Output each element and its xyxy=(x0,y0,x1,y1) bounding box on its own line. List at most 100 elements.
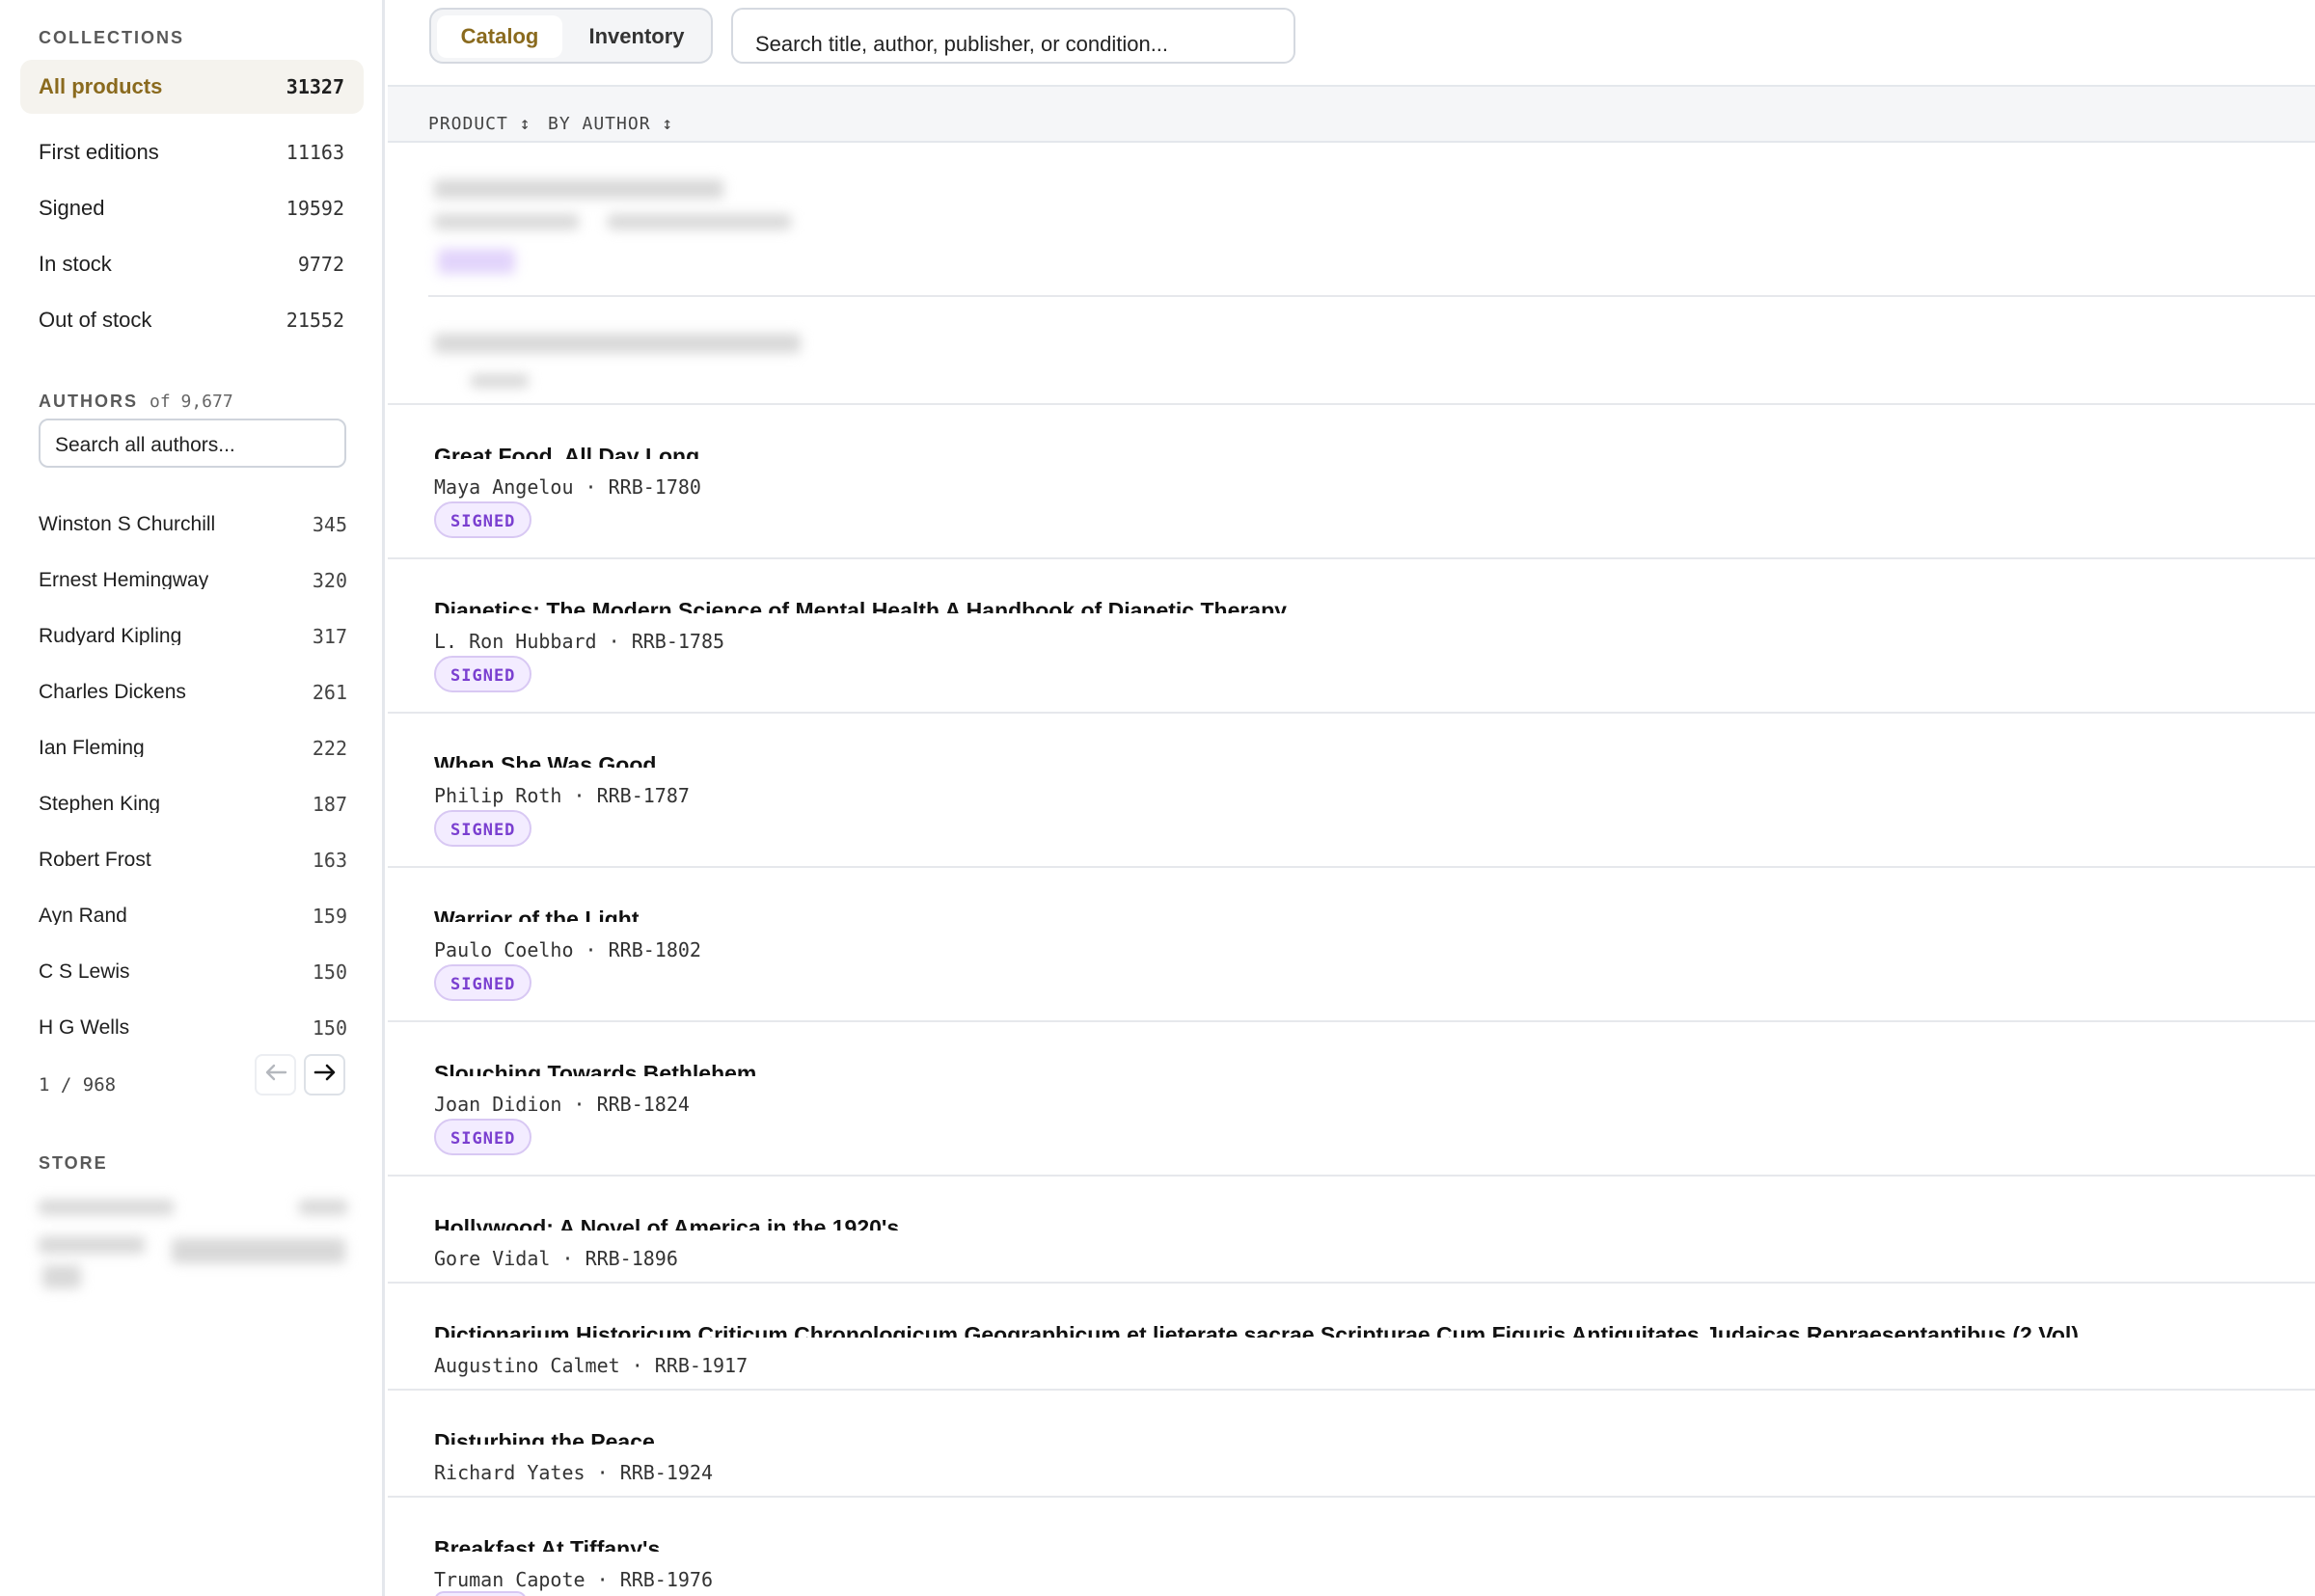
signed-badge: SIGNED xyxy=(434,964,532,1001)
tab-inventory[interactable]: Inventory xyxy=(564,15,709,58)
product-sku: RRB-1802 xyxy=(608,938,701,961)
table-row[interactable]: Slouching Towards Bethlehem Joan Didion … xyxy=(388,1022,2315,1177)
product-author: Joan Didion xyxy=(434,1093,562,1116)
signed-badge-label: SIGNED xyxy=(450,821,516,840)
author-name: Winston S Churchill xyxy=(39,513,216,533)
table-row-blurred xyxy=(388,145,2315,297)
author-search-input[interactable]: Search all authors... xyxy=(39,419,346,468)
tab-catalog[interactable]: Catalog xyxy=(437,15,562,58)
column-header-author[interactable]: BY AUTHOR ↕ xyxy=(548,114,673,134)
table-row-blurred xyxy=(388,297,2315,405)
view-tabs: Catalog Inventory xyxy=(429,8,713,64)
product-sku: RRB-1917 xyxy=(654,1354,749,1377)
product-author: Paulo Coelho xyxy=(434,938,574,961)
author-item[interactable]: Robert Frost 163 xyxy=(39,841,347,870)
sidebar: COLLECTIONS All products 31327 First edi… xyxy=(0,0,385,1596)
table-header: PRODUCT ↕ BY AUTHOR ↕ xyxy=(388,87,2315,143)
meta-separator: · xyxy=(596,1461,609,1484)
author-item[interactable]: Rudyard Kipling 317 xyxy=(39,617,347,646)
product-author: L. Ron Hubbard xyxy=(434,630,597,653)
product-title[interactable]: Warrior of the Light xyxy=(434,906,640,922)
author-name: Robert Frost xyxy=(39,849,151,869)
product-title[interactable]: Disturbing the Peace xyxy=(434,1429,655,1445)
product-title[interactable]: Great Food, All Day Long xyxy=(434,444,699,459)
product-meta: Richard Yates · RRB-1924 xyxy=(434,1461,713,1484)
arrow-right-icon xyxy=(313,1064,337,1086)
product-title[interactable]: When She Was Good xyxy=(434,752,656,768)
column-header-product[interactable]: PRODUCT ↕ xyxy=(428,114,531,134)
pager-next-button[interactable] xyxy=(304,1054,345,1096)
pager-prev-button[interactable] xyxy=(255,1054,296,1096)
author-count: 150 xyxy=(312,960,347,982)
collection-all-products[interactable]: All products 31327 xyxy=(20,60,364,114)
arrow-left-icon xyxy=(264,1064,287,1086)
authors-total: of 9,677 xyxy=(150,392,233,412)
authors-heading: AUTHORS of 9,677 xyxy=(39,392,233,412)
table-row[interactable]: Great Food, All Day Long Maya Angelou · … xyxy=(388,405,2315,559)
product-sku: RRB-1824 xyxy=(596,1093,690,1116)
product-author: Augustino Calmet xyxy=(434,1354,620,1377)
collection-count: 11163 xyxy=(286,141,344,164)
product-sku: RRB-1924 xyxy=(619,1461,714,1484)
author-name: Ayn Rand xyxy=(39,905,127,925)
meta-separator: · xyxy=(631,1354,643,1377)
author-item[interactable]: H G Wells 150 xyxy=(39,1009,347,1038)
author-name: H G Wells xyxy=(39,1016,130,1037)
author-item[interactable]: Ian Fleming 222 xyxy=(39,729,347,758)
signed-badge-label: SIGNED xyxy=(450,512,516,531)
author-count: 222 xyxy=(312,737,347,758)
collection-signed[interactable]: Signed 19592 xyxy=(20,181,364,235)
author-count: 159 xyxy=(312,905,347,926)
author-item[interactable]: Ernest Hemingway 320 xyxy=(39,561,347,590)
catalog-search-input[interactable]: Search title, author, publisher, or cond… xyxy=(731,8,1295,64)
product-meta: Augustino Calmet · RRB-1917 xyxy=(434,1354,748,1377)
author-count: 317 xyxy=(312,625,347,646)
collection-count: 9772 xyxy=(297,253,344,276)
table-row[interactable]: Warrior of the Light Paulo Coelho · RRB-… xyxy=(388,868,2315,1022)
product-title[interactable]: Hollywood: A Novel of America in the 192… xyxy=(434,1215,899,1231)
product-title[interactable]: Slouching Towards Bethlehem xyxy=(434,1061,756,1076)
collections-heading: COLLECTIONS xyxy=(39,28,184,47)
collection-out-of-stock[interactable]: Out of stock 21552 xyxy=(20,293,364,347)
author-item[interactable]: Charles Dickens 261 xyxy=(39,673,347,702)
product-title[interactable]: Breakfast At Tiffany's xyxy=(434,1536,660,1552)
product-sku: RRB-1976 xyxy=(619,1568,714,1591)
table-row[interactable]: Dictionarium Historicum Criticum Chronol… xyxy=(388,1284,2315,1391)
author-item[interactable]: Winston S Churchill 345 xyxy=(39,505,347,534)
product-meta: L. Ron Hubbard · RRB-1785 xyxy=(434,630,724,653)
product-author: Truman Capote xyxy=(434,1568,586,1591)
table-row[interactable]: Breakfast At Tiffany's Truman Capote · R… xyxy=(388,1498,2315,1596)
product-sku: RRB-1787 xyxy=(596,784,690,807)
author-name: Ian Fleming xyxy=(39,737,145,757)
product-title[interactable]: Dictionarium Historicum Criticum Chronol… xyxy=(434,1322,2079,1338)
collection-first-editions[interactable]: First editions 11163 xyxy=(20,125,364,179)
meta-separator: · xyxy=(573,1093,586,1116)
product-author: Gore Vidal xyxy=(434,1247,551,1270)
signed-badge-label: SIGNED xyxy=(450,975,516,994)
top-bar: Catalog Inventory Search title, author, … xyxy=(388,0,2315,87)
product-meta: Truman Capote · RRB-1976 xyxy=(434,1568,713,1591)
collection-count: 31327 xyxy=(286,75,344,98)
table-row[interactable]: Dianetics: The Modern Science of Mental … xyxy=(388,559,2315,714)
author-item[interactable]: Ayn Rand 159 xyxy=(39,897,347,926)
product-sku: RRB-1785 xyxy=(631,630,725,653)
author-item[interactable]: C S Lewis 150 xyxy=(39,953,347,982)
table-row[interactable]: Hollywood: A Novel of America in the 192… xyxy=(388,1177,2315,1284)
signed-badge: SIGNED xyxy=(434,501,532,538)
author-name: Rudyard Kipling xyxy=(39,625,182,645)
signed-badge-label: SIGNED xyxy=(450,1129,516,1149)
table-row[interactable]: When She Was Good Philip Roth · RRB-1787… xyxy=(388,714,2315,868)
product-title[interactable]: Dianetics: The Modern Science of Mental … xyxy=(434,598,1287,613)
collection-label: All products xyxy=(39,74,163,98)
collection-in-stock[interactable]: In stock 9772 xyxy=(20,237,364,291)
product-meta: Maya Angelou · RRB-1780 xyxy=(434,475,701,499)
table-row[interactable]: Disturbing the Peace Richard Yates · RRB… xyxy=(388,1391,2315,1498)
collection-label: Signed xyxy=(39,196,105,220)
signed-badge-label: SIGNED xyxy=(450,666,516,686)
signed-badge: SIGNED xyxy=(434,656,532,692)
meta-separator: · xyxy=(585,938,597,961)
product-meta: Gore Vidal · RRB-1896 xyxy=(434,1247,678,1270)
product-meta: Paulo Coelho · RRB-1802 xyxy=(434,938,701,961)
author-item[interactable]: Stephen King 187 xyxy=(39,785,347,814)
author-count: 187 xyxy=(312,793,347,814)
